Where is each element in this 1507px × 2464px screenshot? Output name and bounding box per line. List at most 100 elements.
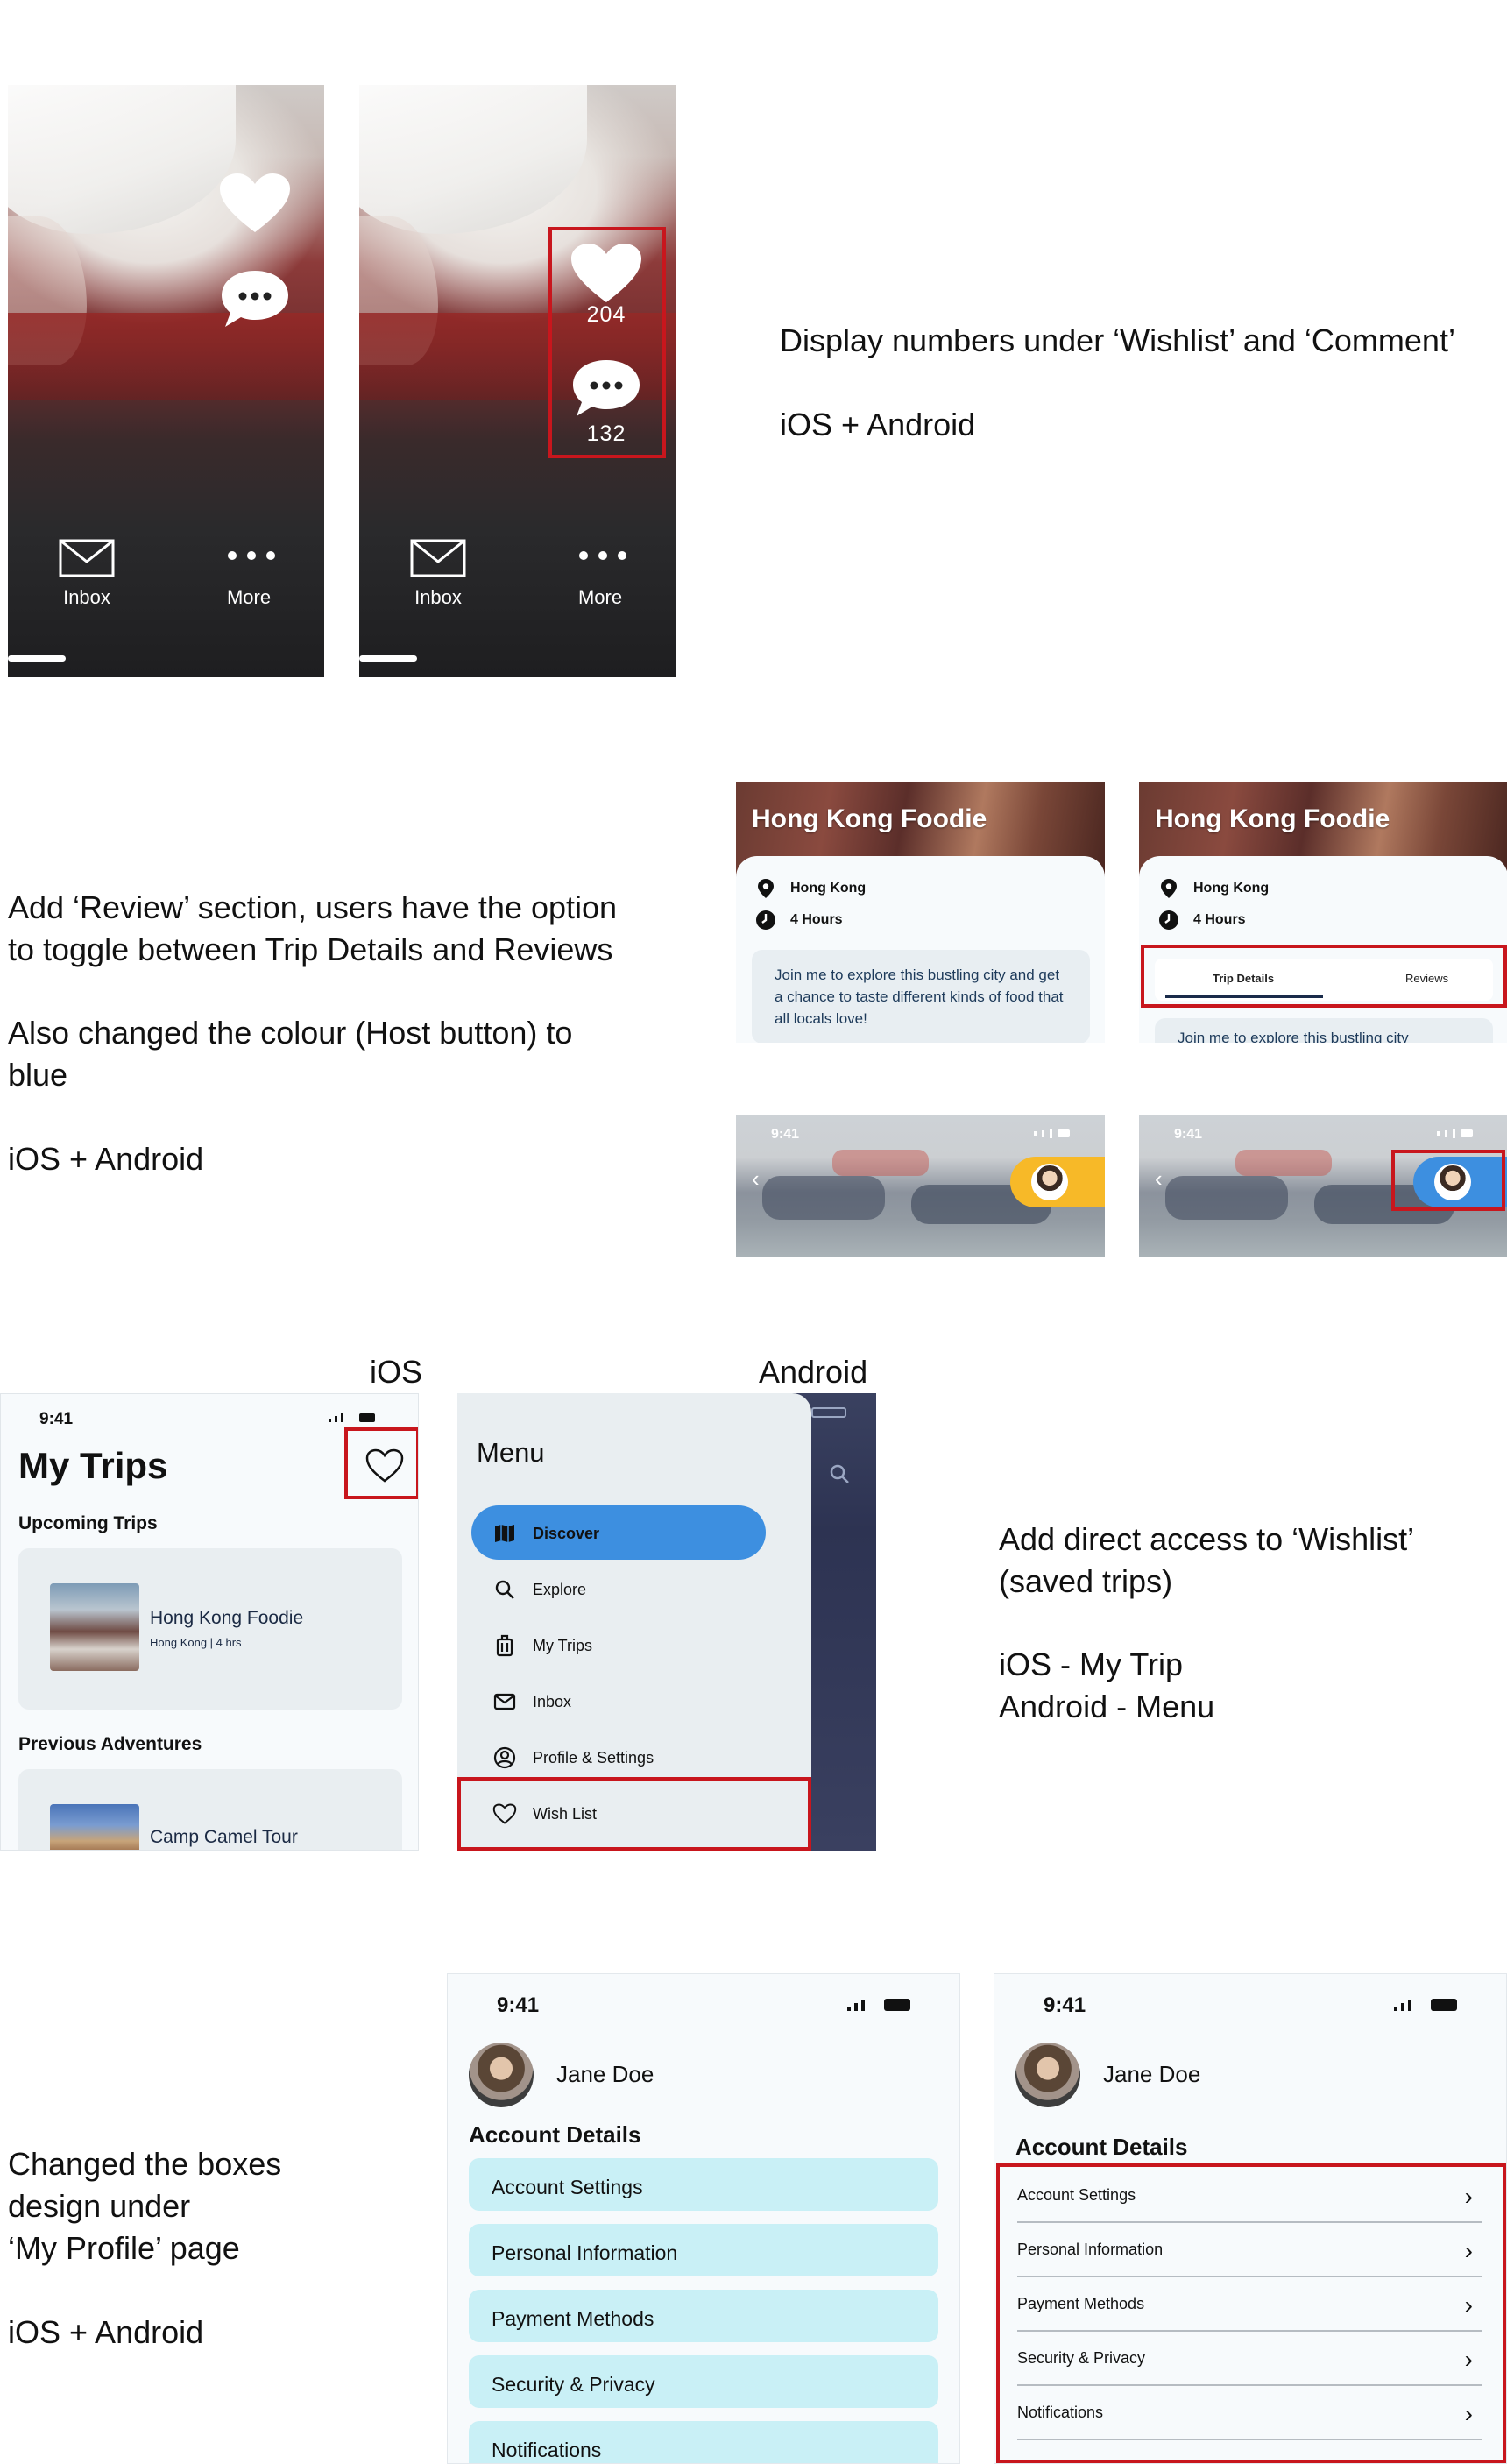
highlight-box bbox=[548, 227, 666, 458]
note-review-line1: Add ‘Review’ section, users have the opt… bbox=[8, 889, 618, 925]
menu-item-label: Explore bbox=[533, 1580, 587, 1598]
note-wishlist-line1: Add direct access to ‘Wishlist’ bbox=[999, 1521, 1415, 1557]
clock-icon bbox=[756, 910, 775, 930]
status-bar-icons bbox=[1437, 1129, 1473, 1138]
user-name: Jane Doe bbox=[556, 2061, 654, 2087]
highlight-box bbox=[1141, 945, 1507, 1008]
account-circle-icon bbox=[492, 1745, 517, 1770]
trip-name: Hong Kong Foodie bbox=[150, 1608, 304, 1628]
video-screen-after: 204 132 Inbox More bbox=[359, 85, 676, 677]
payment-methods-button[interactable]: Payment Methods bbox=[469, 2290, 938, 2342]
note-wishlist-line3: iOS - My Trip bbox=[999, 1646, 1184, 1682]
nav-more-label[interactable]: More bbox=[196, 586, 301, 609]
menu-item-label: My Trips bbox=[533, 1636, 593, 1654]
more-icon[interactable] bbox=[225, 549, 278, 562]
status-time: 9:41 bbox=[1044, 1993, 1086, 2017]
trip-location-row: Hong Kong bbox=[1158, 878, 1269, 899]
note-profile-line4: iOS + Android bbox=[8, 2314, 204, 2350]
host-button[interactable] bbox=[1010, 1157, 1105, 1207]
inbox-icon[interactable] bbox=[410, 539, 466, 577]
home-indicator bbox=[359, 655, 417, 662]
location-pin-icon bbox=[758, 879, 774, 898]
trip-card-before: Hong Kong Foodie Hong Kong 4 Hours Join … bbox=[736, 782, 1105, 1043]
highlight-box bbox=[344, 1427, 418, 1499]
home-indicator bbox=[8, 655, 66, 662]
personal-information-button[interactable]: Personal Information bbox=[469, 2224, 938, 2276]
profile-screen-after: 9:41 Jane Doe Account Details Account Se… bbox=[994, 1973, 1507, 2464]
trip-thumbnail bbox=[50, 1583, 139, 1671]
status-bar-icons bbox=[329, 1413, 375, 1422]
backdrop-status-icons bbox=[811, 1407, 846, 1418]
note-profile-line1: Changed the boxes bbox=[8, 2146, 282, 2182]
clock-icon bbox=[1159, 910, 1178, 930]
comment-icon[interactable] bbox=[218, 269, 292, 329]
highlight-box bbox=[996, 2163, 1506, 2463]
trip-card-after: Hong Kong Foodie Hong Kong 4 Hours Trip … bbox=[1139, 782, 1507, 1043]
trip-location: Hong Kong bbox=[1193, 881, 1270, 896]
previous-trip-card[interactable]: Camp Camel Tour bbox=[18, 1769, 402, 1850]
trip-location-row: Hong Kong bbox=[755, 878, 866, 899]
page-title: My Trips bbox=[18, 1445, 168, 1486]
label-android: Android bbox=[759, 1354, 868, 1390]
note-numbers-line2: iOS + Android bbox=[780, 407, 976, 443]
label-ios: iOS bbox=[370, 1354, 423, 1390]
photo-blur-detail bbox=[1235, 1150, 1332, 1176]
menu-item-label: Profile & Settings bbox=[533, 1748, 654, 1767]
menu-item-explore[interactable]: Explore bbox=[492, 1577, 586, 1602]
menu-title: Menu bbox=[477, 1437, 545, 1468]
photo-blur-detail bbox=[832, 1150, 929, 1176]
profile-screen-before: 9:41 Jane Doe Account Details Account Se… bbox=[447, 1973, 960, 2464]
status-bar-icons bbox=[1394, 1999, 1457, 2011]
account-settings-button[interactable]: Account Settings bbox=[469, 2158, 938, 2211]
note-profile-line2: design under bbox=[8, 2188, 191, 2224]
note-wishlist-line2: (saved trips) bbox=[999, 1563, 1173, 1599]
menu-item-discover-row[interactable]: Discover bbox=[492, 1521, 599, 1546]
highlight-box bbox=[457, 1777, 811, 1851]
avatar[interactable] bbox=[469, 2043, 534, 2107]
status-time: 9:41 bbox=[39, 1410, 74, 1428]
back-chevron-icon[interactable]: ‹ bbox=[1155, 1165, 1163, 1193]
trip-description: Join me to explore this bustling city bbox=[1155, 1018, 1493, 1043]
menu-item-label: Inbox bbox=[533, 1692, 572, 1710]
search-icon[interactable] bbox=[829, 1463, 850, 1484]
status-time: 9:41 bbox=[771, 1127, 800, 1142]
host-photo-after: 9:41 ‹ bbox=[1139, 1115, 1507, 1257]
account-details-heading: Account Details bbox=[1015, 2134, 1188, 2160]
luggage-icon bbox=[492, 1633, 517, 1658]
upcoming-trip-card[interactable]: Hong Kong Foodie Hong Kong | 4 hrs bbox=[18, 1548, 402, 1710]
account-details-heading: Account Details bbox=[469, 2121, 641, 2148]
note-numbers-line1: Display numbers under ‘Wishlist’ and ‘Co… bbox=[780, 322, 1455, 358]
trip-duration-row: 4 Hours bbox=[1158, 910, 1246, 931]
status-time: 9:41 bbox=[1174, 1127, 1203, 1142]
video-background bbox=[8, 85, 236, 234]
mail-icon bbox=[492, 1689, 517, 1714]
upcoming-trips-heading: Upcoming Trips bbox=[18, 1513, 158, 1533]
menu-item-my-trips[interactable]: My Trips bbox=[492, 1633, 592, 1658]
trip-location: Hong Kong bbox=[790, 881, 867, 896]
map-icon bbox=[492, 1521, 517, 1546]
security-privacy-button[interactable]: Security & Privacy bbox=[469, 2355, 938, 2408]
nav-more-label[interactable]: More bbox=[548, 586, 653, 609]
status-bar-icons bbox=[1034, 1129, 1070, 1138]
trip-description: Join me to explore this bustling city an… bbox=[752, 950, 1090, 1043]
trip-duration: 4 Hours bbox=[1193, 912, 1246, 928]
more-icon[interactable] bbox=[577, 549, 629, 562]
note-review-line3: Also changed the colour (Host button) to bbox=[8, 1015, 573, 1051]
inbox-icon[interactable] bbox=[59, 539, 115, 577]
host-avatar bbox=[1031, 1164, 1068, 1200]
trip-thumbnail bbox=[50, 1804, 139, 1850]
menu-item-profile-settings[interactable]: Profile & Settings bbox=[492, 1745, 654, 1770]
nav-inbox-label[interactable]: Inbox bbox=[386, 586, 491, 609]
nav-inbox-label[interactable]: Inbox bbox=[34, 586, 139, 609]
menu-item-inbox[interactable]: Inbox bbox=[492, 1689, 571, 1714]
back-chevron-icon[interactable]: ‹ bbox=[752, 1165, 760, 1193]
notifications-button[interactable]: Notifications bbox=[469, 2421, 938, 2463]
trip-duration-row: 4 Hours bbox=[755, 910, 843, 931]
note-review-line4: blue bbox=[8, 1057, 68, 1093]
menu-item-label: Discover bbox=[533, 1524, 600, 1542]
avatar[interactable] bbox=[1015, 2043, 1080, 2107]
heart-icon[interactable] bbox=[218, 173, 292, 236]
trip-title: Hong Kong Foodie bbox=[1155, 804, 1390, 833]
video-background bbox=[359, 85, 587, 234]
ios-my-trips-screen: 9:41 My Trips Upcoming Trips Hong Kong F… bbox=[0, 1393, 419, 1851]
